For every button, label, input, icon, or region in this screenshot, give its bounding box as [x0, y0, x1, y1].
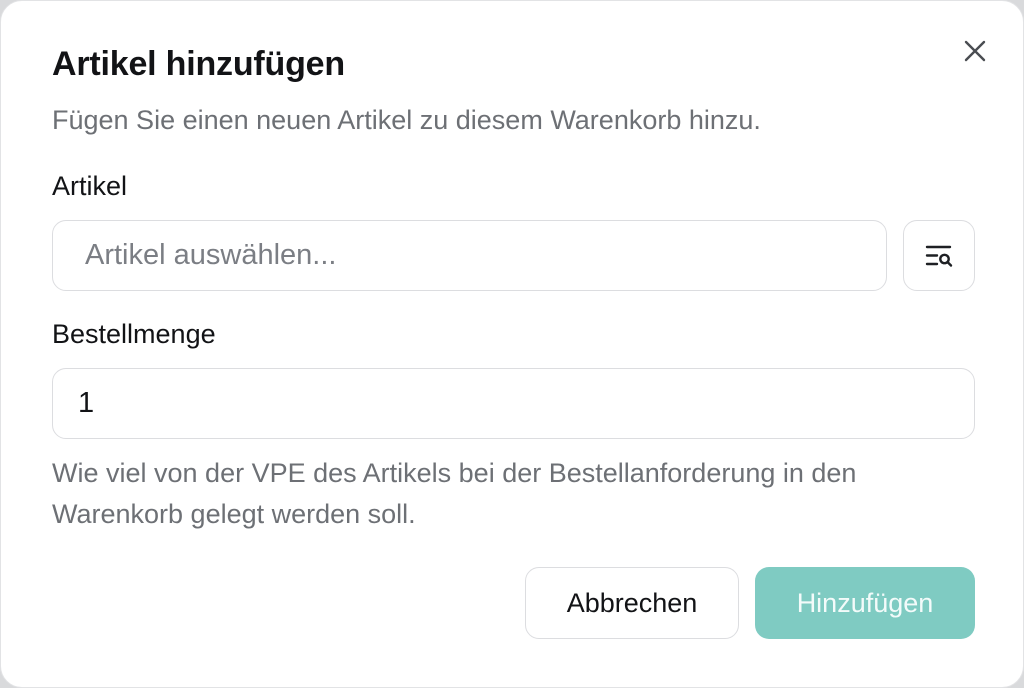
quantity-label: Bestellmenge — [52, 319, 216, 349]
cancel-button[interactable]: Abbrechen — [525, 567, 739, 639]
article-select-input[interactable] — [52, 220, 887, 291]
close-button[interactable] — [959, 35, 991, 67]
article-lookup-button[interactable] — [903, 220, 975, 291]
add-article-dialog: Artikel hinzufügen Fügen Sie einen neuen… — [0, 0, 1024, 688]
list-search-icon — [925, 245, 953, 267]
dialog-subtitle: Fügen Sie einen neuen Artikel zu diesem … — [52, 105, 761, 135]
quantity-help-text: Wie viel von der VPE des Artikels bei de… — [52, 458, 857, 529]
add-button[interactable]: Hinzufügen — [755, 567, 975, 639]
close-icon — [964, 40, 986, 62]
dialog-title: Artikel hinzufügen — [52, 45, 345, 83]
article-label: Artikel — [52, 171, 128, 201]
quantity-input[interactable] — [52, 368, 975, 439]
